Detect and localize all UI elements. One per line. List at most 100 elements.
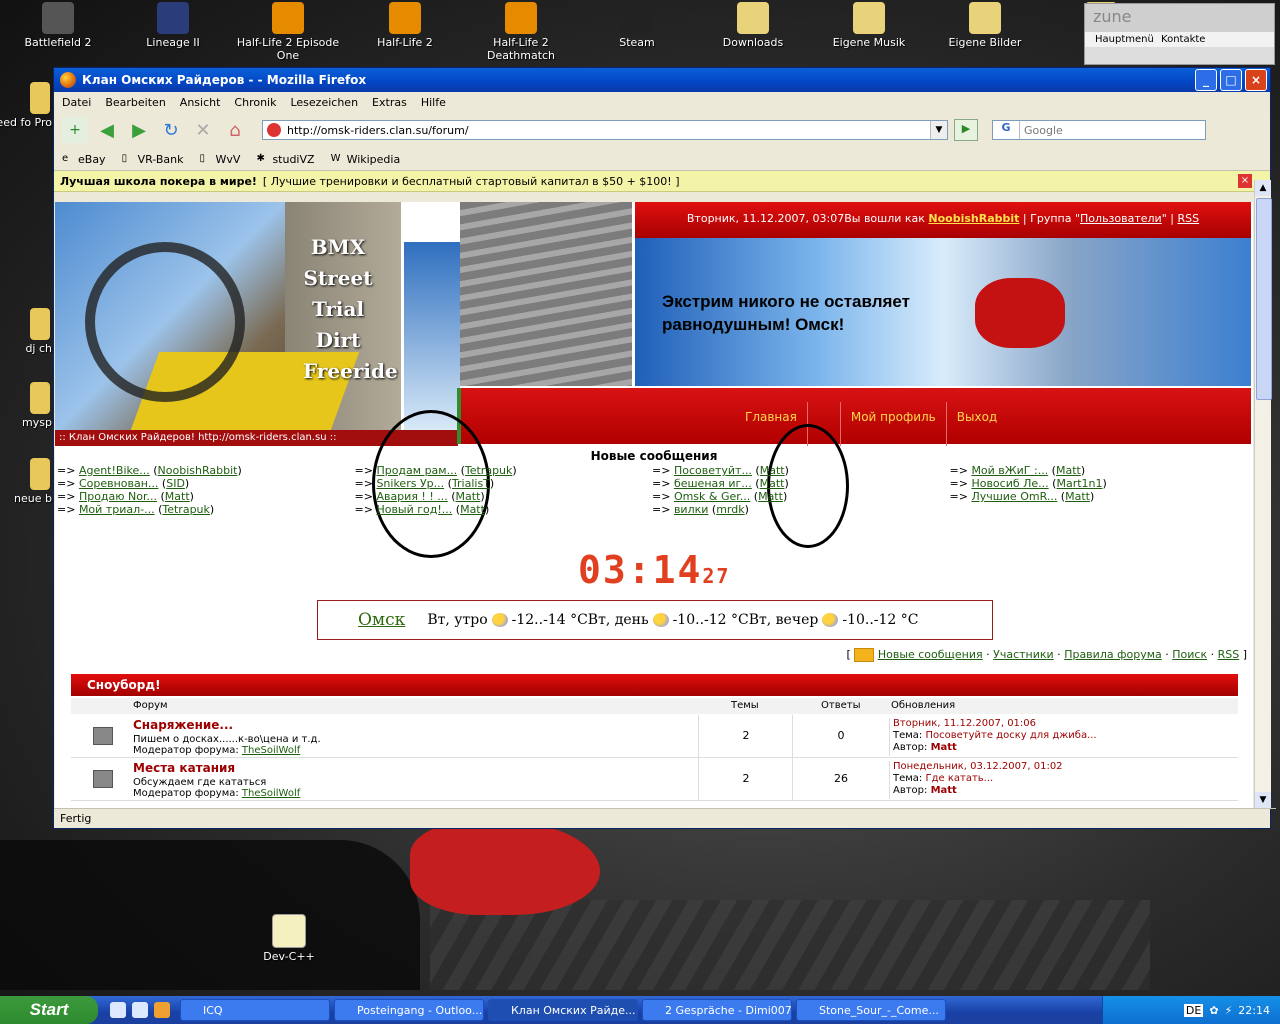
menu-item[interactable]: Chronik	[234, 96, 276, 109]
forum-link[interactable]: Поиск	[1172, 648, 1207, 661]
bookmark-item[interactable]: W Wikipedia	[331, 153, 401, 166]
menu-item[interactable]: Bearbeiten	[105, 96, 165, 109]
tray-icon[interactable]: ⚡	[1225, 1004, 1233, 1017]
bookmark-item[interactable]: ▯ WvV	[200, 153, 241, 166]
window-titlebar[interactable]: Клан Омских Райдеров - - Mozilla Firefox…	[54, 68, 1270, 92]
rss-link[interactable]: RSS	[1177, 212, 1199, 225]
desktop-icon[interactable]: neue b	[0, 458, 52, 505]
forum-name[interactable]: Снаряжение...	[133, 718, 233, 732]
new-tab-icon[interactable]: +	[62, 117, 88, 143]
topic-link[interactable]: Omsk & Ger...	[674, 490, 750, 503]
forum-link[interactable]: Правила форума	[1064, 648, 1162, 661]
author-link[interactable]: NoobishRabbit	[158, 464, 238, 477]
forum-link[interactable]: Участники	[993, 648, 1054, 661]
author-link[interactable]: Tetrapuk	[465, 464, 513, 477]
url-bar[interactable]: http://omsk-riders.clan.su/forum/ ▼	[262, 120, 948, 140]
moderator-link[interactable]: TheSoilWolf	[242, 788, 300, 799]
desktop-icon[interactable]: Steam	[582, 2, 692, 49]
google-icon[interactable]: G	[993, 121, 1020, 139]
taskbar-button[interactable]: Posteingang - Outloo...	[334, 999, 484, 1021]
author-link[interactable]: Matt	[456, 490, 481, 503]
category-header[interactable]: Сноуборд!	[71, 674, 1238, 696]
desktop-icon[interactable]: Eigene Musik	[814, 2, 924, 49]
group-link[interactable]: Пользователи	[1080, 212, 1162, 225]
home-button[interactable]: ⌂	[222, 117, 248, 143]
quicklaunch-icon[interactable]	[132, 1002, 148, 1018]
moderator-link[interactable]: TheSoilWolf	[242, 745, 300, 756]
taskbar-button[interactable]: ICQ	[180, 999, 330, 1021]
nav-link[interactable]: Мой профиль	[839, 402, 946, 446]
back-button[interactable]: ◀	[94, 117, 120, 143]
theme-link[interactable]: Посоветуйте доску для джиба...	[925, 730, 1096, 741]
forward-button[interactable]: ▶	[126, 117, 152, 143]
menu-item[interactable]: Lesezeichen	[290, 96, 358, 109]
author-link[interactable]: Tetrapuk	[162, 503, 210, 516]
desktop-icon-devcpp[interactable]: Dev-C++	[234, 914, 344, 963]
nav-link[interactable]: Выход	[945, 402, 1007, 446]
author-name[interactable]: Matt	[931, 785, 957, 796]
desktop-icon[interactable]: Lineage II	[118, 2, 228, 49]
author-link[interactable]: Matt	[1056, 464, 1081, 477]
scroll-up-icon[interactable]: ▲	[1255, 180, 1271, 196]
topic-link[interactable]: Мой триал-...	[79, 503, 155, 516]
bookmark-item[interactable]: ✱ studiVZ	[256, 153, 314, 166]
menu-item[interactable]: Ansicht	[180, 96, 221, 109]
author-link[interactable]: TrialisT	[452, 477, 490, 490]
weather-city[interactable]: Омск	[358, 610, 405, 630]
topic-link[interactable]: Продам рам...	[376, 464, 457, 477]
topic-link[interactable]: Мой вЖиГ :...	[971, 464, 1048, 477]
desktop-icon[interactable]: Need fo Pro	[0, 82, 52, 129]
tray-icon[interactable]: ✿	[1209, 1004, 1218, 1017]
topic-link[interactable]: Новый год!...	[376, 503, 452, 516]
start-button[interactable]: Start	[0, 996, 98, 1024]
desktop-icon[interactable]: dj ch	[0, 308, 52, 355]
zune-menu-contacts[interactable]: Kontakte	[1161, 34, 1205, 45]
zune-window[interactable]: zune Hauptmenü Kontakte	[1084, 3, 1275, 65]
topic-link[interactable]: Новосиб Ле...	[971, 477, 1048, 490]
topic-link[interactable]: Посоветуйт...	[674, 464, 752, 477]
reload-button[interactable]: ↻	[158, 117, 184, 143]
taskbar-button[interactable]: Stone_Sour_-_Come...	[796, 999, 946, 1021]
username-link[interactable]: NoobishRabbit	[928, 212, 1019, 225]
topic-link[interactable]: Лучшие OmR...	[971, 490, 1057, 503]
maximize-button[interactable]: □	[1220, 69, 1242, 91]
scroll-down-icon[interactable]: ▼	[1255, 792, 1271, 808]
language-indicator[interactable]: DE	[1183, 1003, 1204, 1017]
desktop-icon[interactable]: mysp	[0, 382, 52, 429]
menu-item[interactable]: Hilfe	[421, 96, 446, 109]
menu-item[interactable]: Datei	[62, 96, 91, 109]
scroll-thumb[interactable]	[1256, 198, 1272, 400]
forum-link[interactable]: Новые сообщения	[878, 648, 983, 661]
desktop-icon[interactable]: Battlefield 2	[3, 2, 113, 49]
forum-name[interactable]: Места катания	[133, 761, 235, 775]
search-box[interactable]: G Google	[992, 120, 1206, 140]
envelope-icon[interactable]	[854, 648, 875, 662]
desktop-icon[interactable]: Eigene Bilder	[930, 2, 1040, 49]
author-link[interactable]: Matt	[1065, 490, 1090, 503]
forum-link[interactable]: RSS	[1218, 648, 1240, 661]
forum-row[interactable]: Снаряжение... Пишем о досках......к-во\це…	[71, 715, 1238, 758]
taskbar-button[interactable]: 2 Gespräche - Dimi007	[642, 999, 792, 1021]
author-link[interactable]: mrdk	[716, 503, 744, 516]
topic-link[interactable]: Продаю Nor...	[79, 490, 157, 503]
topic-link[interactable]: бешеная иг...	[674, 477, 752, 490]
page-scrollbar[interactable]: ▲ ▼	[1254, 180, 1272, 808]
bookmark-item[interactable]: e eBay	[62, 153, 106, 166]
minimize-button[interactable]: _	[1195, 69, 1217, 91]
topic-link[interactable]: Авария ! ! ...	[376, 490, 447, 503]
close-button[interactable]: ×	[1245, 69, 1267, 91]
bookmark-item[interactable]: ▯ VR-Bank	[122, 153, 184, 166]
topic-link[interactable]: Agent!Bike...	[79, 464, 150, 477]
desktop-icon[interactable]: Downloads	[698, 2, 808, 49]
desktop-icon[interactable]: Half-Life 2	[350, 2, 460, 49]
taskbar-button[interactable]: Клан Омских Райде...	[488, 999, 638, 1021]
url-dropdown-icon[interactable]: ▼	[930, 121, 947, 139]
topic-link[interactable]: Соревнован...	[79, 477, 158, 490]
go-button[interactable]: ▶	[954, 119, 978, 141]
stop-button[interactable]: ✕	[190, 117, 216, 143]
infobar-close-icon[interactable]: ×	[1238, 174, 1252, 188]
theme-link[interactable]: Где катать...	[925, 773, 993, 784]
quicklaunch-icon[interactable]	[154, 1002, 170, 1018]
desktop-icon[interactable]: Half-Life 2 Episode One	[233, 2, 343, 62]
author-link[interactable]: Matt	[758, 490, 783, 503]
